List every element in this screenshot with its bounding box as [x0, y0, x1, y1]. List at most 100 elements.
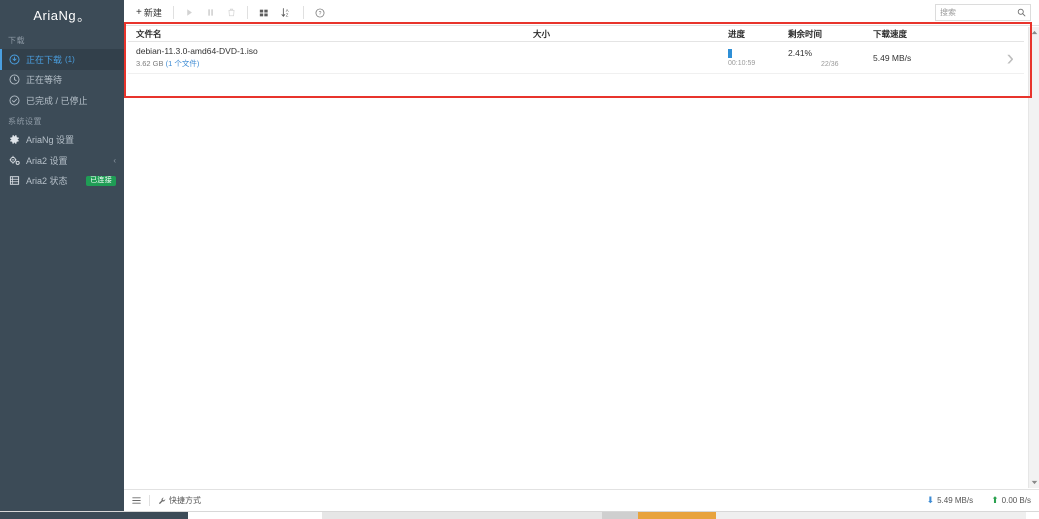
global-download-speed-value: 5.49 MB/s — [937, 496, 973, 505]
sidebar-group-header-settings: 系统设置 — [0, 111, 124, 130]
column-header-remaining-time[interactable]: 剩余时间 — [788, 28, 873, 40]
connection-count: 22/36 — [821, 61, 873, 68]
shortcuts-button[interactable]: 快捷方式 — [158, 495, 201, 506]
clock-circle-icon — [8, 73, 21, 86]
taskbar-segment — [0, 512, 188, 519]
search-input[interactable] — [940, 8, 1017, 17]
svg-text:?: ? — [318, 10, 321, 16]
sidebar-item-ariang-settings[interactable]: AriaNg 设置 — [0, 130, 124, 151]
toolbar-divider — [173, 6, 174, 19]
sidebar-group-header-download: 下载 — [0, 30, 124, 49]
list-menu-icon[interactable] — [132, 496, 141, 505]
sidebar-item-label: Aria2 状态 — [26, 174, 68, 187]
shortcuts-label: 快捷方式 — [169, 495, 201, 506]
taskbar-segment — [602, 512, 638, 519]
file-size-value: 3.62 GB — [136, 59, 164, 68]
arrow-up-icon: ⬆ — [991, 496, 999, 505]
file-count-link[interactable]: (1 个文件) — [166, 59, 200, 68]
column-header-file-name[interactable]: 文件名 — [128, 28, 533, 40]
sidebar-item-label: Aria2 设置 — [26, 154, 68, 167]
taskbar-segment — [322, 512, 602, 519]
vertical-scrollbar[interactable] — [1028, 27, 1039, 488]
gear-icon — [8, 133, 21, 146]
download-speed-value: 5.49 MB/s — [873, 53, 968, 63]
sort-button[interactable]: AZ — [275, 3, 298, 23]
column-header-download-speed[interactable]: 下载速度 — [873, 28, 968, 40]
cell-remaining-time: 2.41% 22/36 — [788, 48, 873, 68]
download-circle-icon — [8, 53, 21, 66]
sidebar-item-finished-stopped[interactable]: 已完成 / 已停止 — [0, 90, 124, 111]
help-button[interactable]: ? — [309, 3, 331, 23]
progress-elapsed-time: 00:10:59 — [728, 60, 788, 67]
progress-bar — [728, 49, 768, 58]
status-bar-left: 快捷方式 — [132, 495, 201, 506]
sidebar-item-downloading[interactable]: 正在下载 (1) — [0, 49, 124, 70]
global-upload-speed: ⬆ 0.00 B/s — [991, 496, 1031, 505]
trash-icon — [227, 8, 236, 17]
sidebar-item-label: AriaNg 设置 — [26, 133, 74, 146]
file-size-text: 3.62 GB (1 个文件) — [136, 58, 533, 70]
wrench-icon — [158, 497, 166, 505]
file-name-text: debian-11.3.0-amd64-DVD-1.iso — [136, 45, 533, 58]
global-upload-speed-value: 0.00 B/s — [1002, 496, 1031, 505]
check-circle-icon — [8, 94, 21, 107]
sidebar-item-label: 正在等待 — [26, 73, 62, 86]
column-header-size[interactable]: 大小 — [533, 28, 728, 40]
gears-icon — [8, 154, 21, 167]
taskbar-segment — [716, 512, 1026, 519]
plus-icon: + — [136, 7, 142, 18]
sidebar-item-label: 已完成 / 已停止 — [26, 94, 88, 107]
toolbar-divider — [247, 6, 248, 19]
column-header-progress[interactable]: 进度 — [728, 28, 788, 40]
question-circle-icon: ? — [315, 8, 325, 18]
delete-button[interactable] — [221, 3, 242, 23]
cell-file-name: debian-11.3.0-amd64-DVD-1.iso 3.62 GB (1… — [128, 45, 533, 70]
search-icon[interactable] — [1017, 4, 1026, 22]
server-icon — [8, 174, 21, 187]
status-divider — [149, 495, 150, 506]
table-header-row: 文件名 大小 进度 剩余时间 下载速度 — [128, 27, 1024, 42]
cell-detail-arrow: › — [968, 47, 1024, 69]
main-content: +新建 — [124, 0, 1039, 511]
cell-progress: 00:10:59 — [728, 49, 788, 67]
toolbar: +新建 — [124, 0, 1039, 26]
app-brand: AriaNg。 — [0, 0, 124, 30]
arrow-down-icon: ⬇ — [927, 496, 935, 505]
ariang-window: AriaNg。 下载 正在下载 (1) 正在等待 已完成 / 已停止 系统设置 — [0, 0, 1039, 519]
sort-az-icon: AZ — [281, 7, 292, 18]
pause-icon — [206, 8, 215, 17]
view-mode-button[interactable] — [253, 3, 275, 23]
chevron-left-icon[interactable]: ‹ — [113, 156, 116, 165]
status-bar: 快捷方式 ⬇ 5.49 MB/s ⬆ 0.00 B/s — [124, 489, 1039, 511]
sidebar-item-waiting[interactable]: 正在等待 — [0, 70, 124, 91]
taskbar-segment — [638, 512, 716, 519]
svg-text:Z: Z — [286, 13, 289, 18]
app-brand-suffix: 。 — [77, 6, 91, 25]
sidebar-item-aria2-settings[interactable]: Aria2 设置 ‹ — [0, 150, 124, 171]
new-task-button[interactable]: +新建 — [130, 3, 168, 23]
toolbar-divider — [303, 6, 304, 19]
table-row[interactable]: debian-11.3.0-amd64-DVD-1.iso 3.62 GB (1… — [128, 42, 1024, 74]
sidebar-item-count: (1) — [65, 55, 75, 64]
play-icon — [185, 8, 194, 17]
search-box[interactable] — [935, 4, 1031, 21]
chevron-right-icon[interactable]: › — [1007, 47, 1014, 69]
sidebar: AriaNg。 下载 正在下载 (1) 正在等待 已完成 / 已停止 系统设置 — [0, 0, 124, 511]
remaining-percent: 2.41% — [788, 48, 873, 58]
sidebar-item-aria2-status[interactable]: Aria2 状态 已连接 — [0, 171, 124, 192]
new-task-label: 新建 — [144, 6, 162, 19]
global-download-speed: ⬇ 5.49 MB/s — [927, 496, 974, 505]
start-button[interactable] — [179, 3, 200, 23]
app-brand-text: AriaNg — [33, 8, 76, 23]
pause-button[interactable] — [200, 3, 221, 23]
cell-download-speed: 5.49 MB/s — [873, 53, 968, 63]
download-table: 文件名 大小 进度 剩余时间 下载速度 debian-11.3.0-amd64-… — [128, 27, 1024, 74]
status-badge: 已连接 — [86, 176, 116, 186]
sidebar-item-label: 正在下载 — [26, 53, 62, 66]
status-bar-right: ⬇ 5.49 MB/s ⬆ 0.00 B/s — [927, 496, 1031, 505]
taskbar-strip — [0, 511, 1039, 519]
progress-bar-fill — [728, 49, 732, 58]
scroll-down-button[interactable] — [1029, 477, 1039, 488]
grid-icon — [259, 8, 269, 18]
scroll-up-button[interactable] — [1029, 27, 1039, 38]
